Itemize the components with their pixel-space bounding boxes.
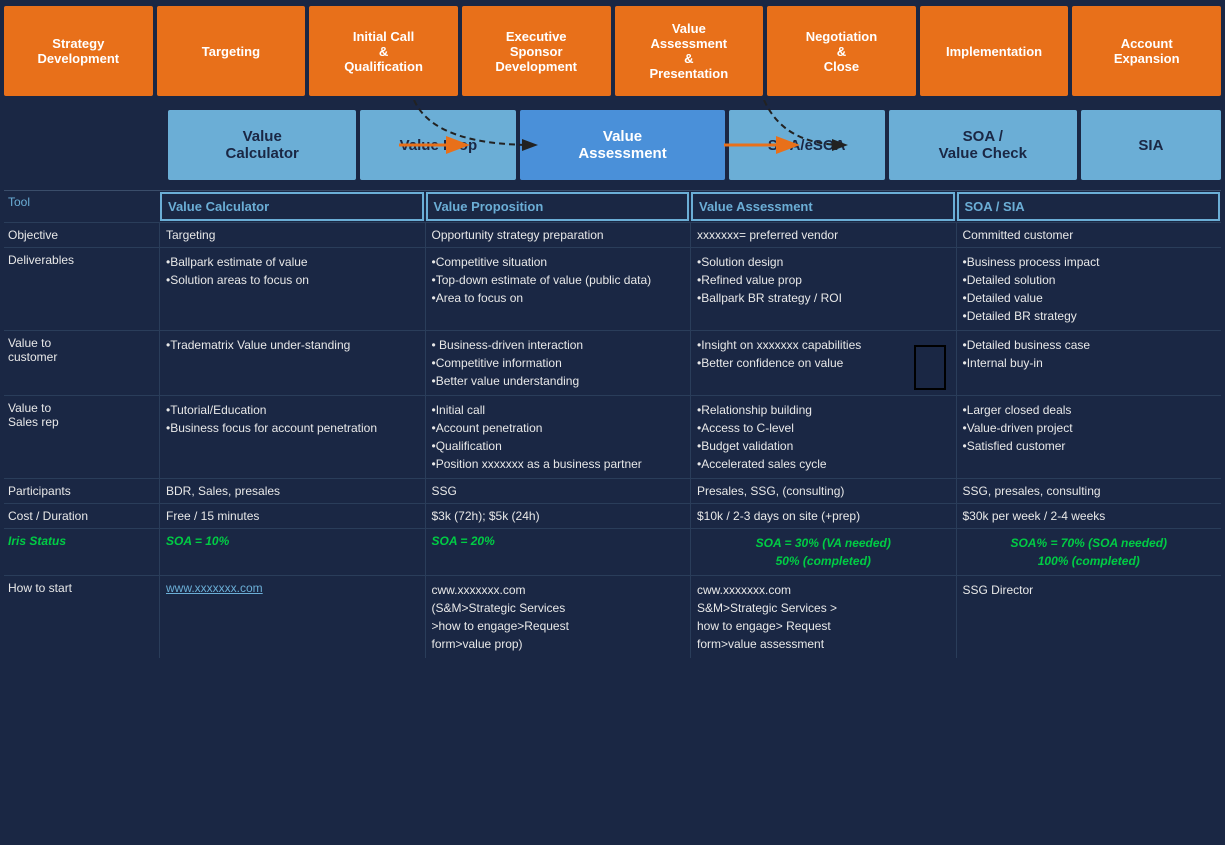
iris-status-cell-2: SOA = 20% <box>425 529 691 575</box>
stage-account-exp: AccountExpansion <box>1072 6 1221 96</box>
black-rectangle <box>914 345 946 390</box>
how-to-start-label: How to start <box>4 576 159 658</box>
participants-cell-1: BDR, Sales, presales <box>159 479 425 503</box>
value-salesrep-cell-3: •Relationship building•Access to C-level… <box>690 396 956 478</box>
cost-duration-cell-4: $30k per week / 2-4 weeks <box>956 504 1222 528</box>
iris-status-label: Iris Status <box>4 529 159 575</box>
deliverables-cell-3: •Solution design•Refined value prop•Ball… <box>690 248 956 330</box>
objective-cell-4: Committed customer <box>956 223 1222 247</box>
participants-label: Participants <box>4 479 159 503</box>
participants-row: Participants BDR, Sales, presales SSG Pr… <box>4 478 1221 503</box>
iris-status-cell-3: SOA = 30% (VA needed)50% (completed) <box>690 529 956 575</box>
value-salesrep-cell-1: •Tutorial/Education•Business focus for a… <box>159 396 425 478</box>
value-salesrep-cell-4: •Larger closed deals•Value-driven projec… <box>956 396 1222 478</box>
value-customer-cell-4: •Detailed business case•Internal buy-in <box>956 331 1222 395</box>
tool-value-assessment: ValueAssessment <box>520 110 724 180</box>
tool-row-label: Tool <box>4 191 159 222</box>
cost-duration-row: Cost / Duration Free / 15 minutes $3k (7… <box>4 503 1221 528</box>
tool-header-value-prop: Value Proposition <box>426 192 690 221</box>
cost-duration-cell-3: $10k / 2-3 days on site (+prep) <box>690 504 956 528</box>
stages-row: StrategyDevelopment Targeting Initial Ca… <box>0 0 1225 100</box>
how-to-start-cell-2: cww.xxxxxxx.com(S&M>Strategic Services>h… <box>425 576 691 658</box>
value-customer-label: Value to customer <box>4 331 159 395</box>
stage-implementation: Implementation <box>920 6 1069 96</box>
tool-header-row: Tool Value Calculator Value Proposition … <box>4 190 1221 222</box>
value-salesrep-row: Value toSales rep •Tutorial/Education•Bu… <box>4 395 1221 478</box>
how-to-start-row: How to start www.xxxxxxx.com cww.xxxxxxx… <box>4 575 1221 658</box>
how-to-start-cell-1[interactable]: www.xxxxxxx.com <box>159 576 425 658</box>
cost-duration-cell-2: $3k (72h); $5k (24h) <box>425 504 691 528</box>
stage-targeting: Targeting <box>157 6 306 96</box>
tool-soa-value-check: SOA /Value Check <box>889 110 1077 180</box>
participants-cell-2: SSG <box>425 479 691 503</box>
stage-value-assess: ValueAssessment&Presentation <box>615 6 764 96</box>
value-salesrep-label: Value toSales rep <box>4 396 159 478</box>
objective-label: Objective <box>4 223 159 247</box>
value-salesrep-cell-2: •Initial call•Account penetration•Qualif… <box>425 396 691 478</box>
main-table: Tool Value Calculator Value Proposition … <box>4 190 1221 658</box>
value-customer-cell-1: •Tradematrix Value under-standing <box>159 331 425 395</box>
stage-strategy: StrategyDevelopment <box>4 6 153 96</box>
tool-header-value-assess: Value Assessment <box>691 192 955 221</box>
tool-header-soa-sia: SOA / SIA <box>957 192 1221 221</box>
deliverables-cell-4: •Business process impact•Detailed soluti… <box>956 248 1222 330</box>
how-to-start-cell-4: SSG Director <box>956 576 1222 658</box>
iris-status-cell-1: SOA = 10% <box>159 529 425 575</box>
stage-initial-call: Initial Call&Qualification <box>309 6 458 96</box>
deliverables-cell-2: •Competitive situation•Top-down estimate… <box>425 248 691 330</box>
cost-duration-cell-1: Free / 15 minutes <box>159 504 425 528</box>
tool-sia: SIA <box>1081 110 1221 180</box>
iris-status-row: Iris Status SOA = 10% SOA = 20% SOA = 30… <box>4 528 1221 575</box>
participants-cell-3: Presales, SSG, (consulting) <box>690 479 956 503</box>
deliverables-label: Deliverables <box>4 248 159 330</box>
stage-negotiation: Negotiation&Close <box>767 6 916 96</box>
value-customer-cell-3: •Insight on xxxxxxx capabilities•Better … <box>690 331 956 395</box>
participants-cell-4: SSG, presales, consulting <box>956 479 1222 503</box>
tool-header-value-calc: Value Calculator <box>160 192 424 221</box>
objective-row: Objective Targeting Opportunity strategy… <box>4 222 1221 247</box>
page-container: StrategyDevelopment Targeting Initial Ca… <box>0 0 1225 658</box>
deliverables-cell-1: •Ballpark estimate of value•Solution are… <box>159 248 425 330</box>
tool-value-prop: Value Prop <box>360 110 516 180</box>
deliverables-row: Deliverables •Ballpark estimate of value… <box>4 247 1221 330</box>
value-customer-cell-2: • Business-driven interaction•Competitiv… <box>425 331 691 395</box>
cost-duration-label: Cost / Duration <box>4 504 159 528</box>
objective-cell-1: Targeting <box>159 223 425 247</box>
tool-soa-esoa: SOA/eSOA <box>729 110 885 180</box>
value-customer-row: Value to customer •Tradematrix Value und… <box>4 330 1221 395</box>
objective-cell-3: xxxxxxx= preferred vendor <box>690 223 956 247</box>
stage-exec-sponsor: ExecutiveSponsorDevelopment <box>462 6 611 96</box>
how-to-start-cell-3: cww.xxxxxxx.comS&M>Strategic Services >h… <box>690 576 956 658</box>
tool-value-calculator: ValueCalculator <box>168 110 356 180</box>
objective-cell-2: Opportunity strategy preparation <box>425 223 691 247</box>
iris-status-cell-4: SOA% = 70% (SOA needed)100% (completed) <box>956 529 1222 575</box>
